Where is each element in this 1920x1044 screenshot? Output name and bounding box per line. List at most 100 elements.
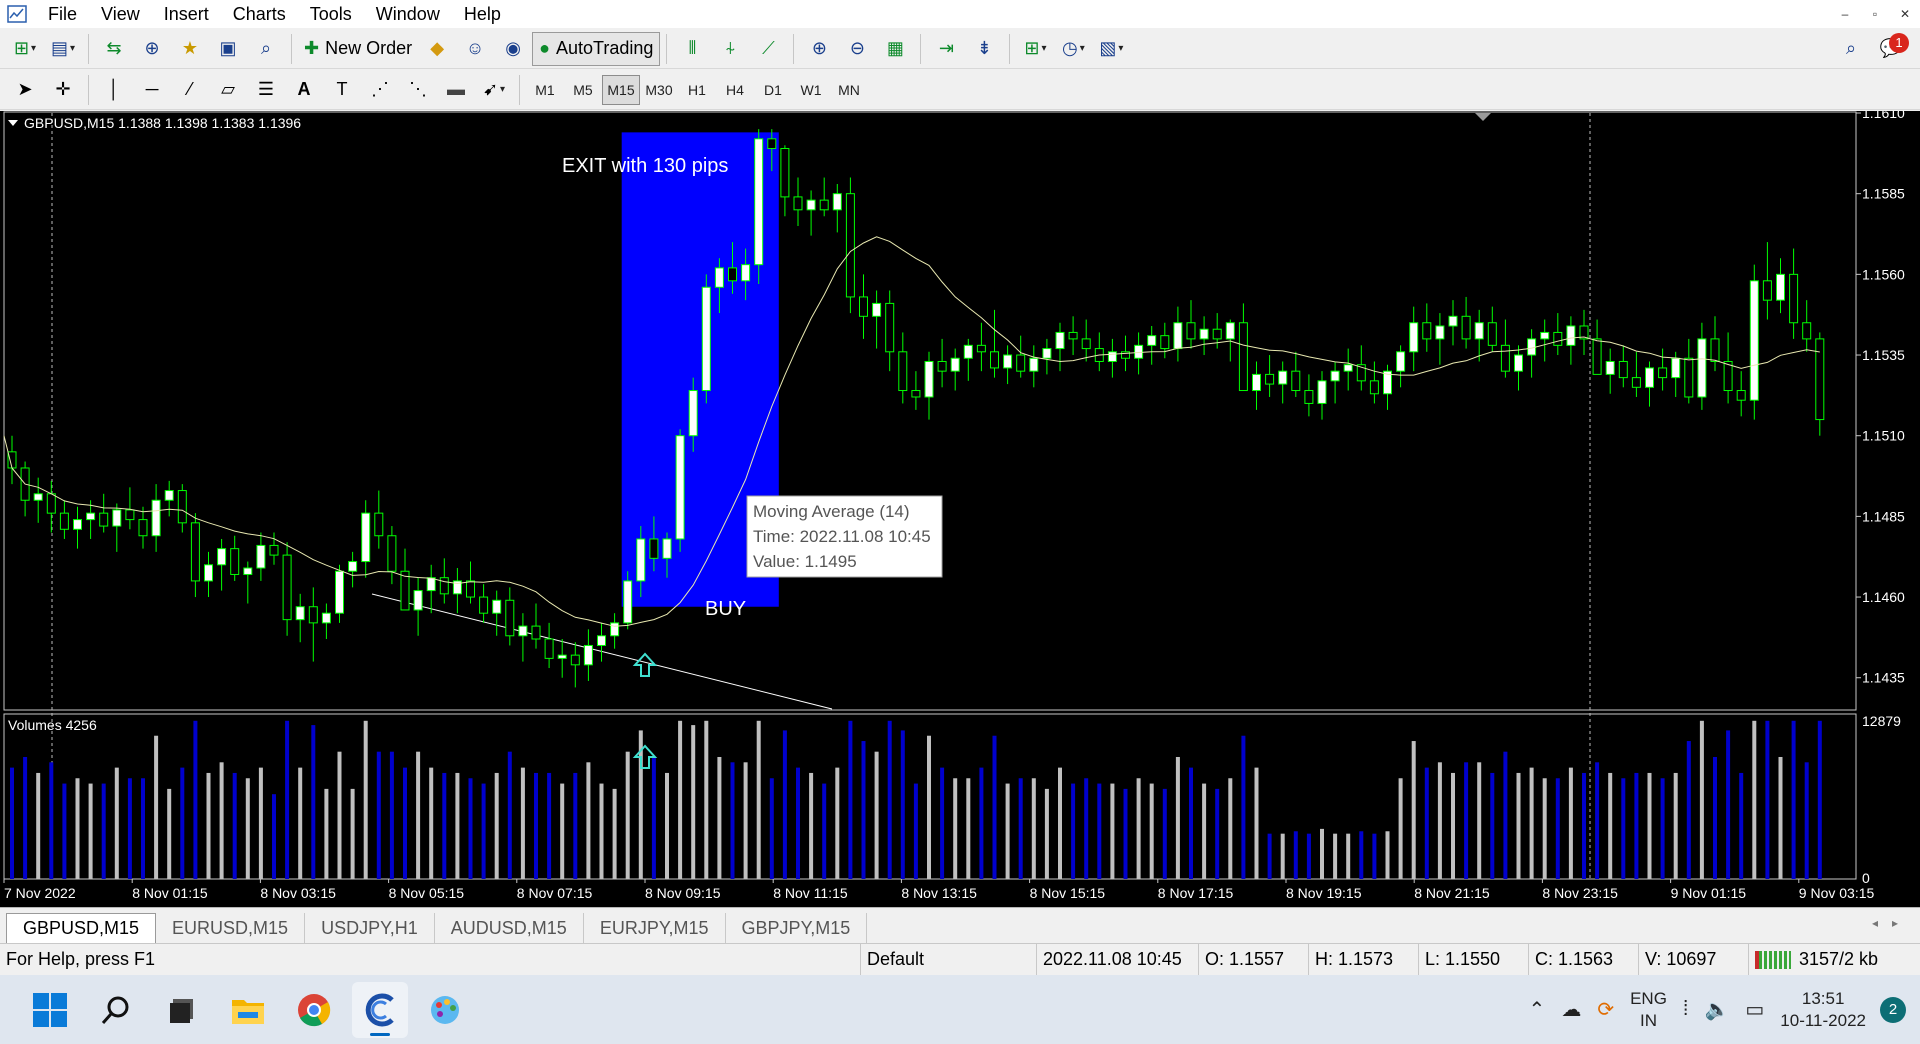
candle-bullish — [832, 193, 842, 211]
rectangle-icon[interactable]: ▬ — [439, 73, 473, 107]
fibonacci-icon[interactable]: ☰ — [249, 73, 283, 107]
chat-icon[interactable]: 💬 1 — [1874, 32, 1909, 66]
minimize-icon[interactable]: – — [1830, 0, 1860, 28]
menu-insert[interactable]: Insert — [152, 0, 221, 28]
price-chart[interactable]: 1.1610 1.1585 1.1560 1.1535 1.1510 1.1485 1.14… — [0, 111, 1920, 907]
vps-icon[interactable]: ◉ — [496, 32, 530, 66]
file-explorer-icon[interactable] — [220, 982, 276, 1038]
horizontal-line-icon[interactable]: ─ — [135, 73, 169, 107]
timeframe-m30[interactable]: M30 — [640, 75, 678, 105]
sync-icon[interactable]: ⟳ — [1597, 997, 1614, 1022]
timeframe-h1[interactable]: H1 — [678, 75, 716, 105]
notification-center-badge[interactable]: 2 — [1880, 996, 1906, 1023]
timeframe-h4[interactable]: H4 — [716, 75, 754, 105]
traffic-label: 3157/2 kb — [1799, 949, 1879, 969]
zoom-out-icon[interactable]: ⊖ — [840, 32, 874, 66]
new-order-button[interactable]: ✚ New Order — [298, 32, 418, 66]
indicators-icon[interactable]: ⊞ — [1018, 32, 1052, 66]
timeframe-d1[interactable]: D1 — [754, 75, 792, 105]
tab-gbpusd-m15[interactable]: GBPUSD,M15 — [6, 913, 157, 943]
candle-bearish — [1618, 360, 1628, 379]
paint-icon[interactable] — [418, 982, 474, 1038]
tab-usdjpy-h1[interactable]: USDJPY,H1 — [305, 913, 435, 943]
terminal-icon[interactable]: ▣ — [211, 32, 245, 66]
search-icon[interactable] — [88, 982, 144, 1038]
language-indicator[interactable]: ENG IN — [1630, 988, 1667, 1032]
tab-scroll-arrows-icon[interactable]: ◂▸ — [1872, 916, 1912, 930]
timeframe-mn[interactable]: MN — [830, 75, 868, 105]
clock[interactable]: 13:51 10-11-2022 — [1780, 988, 1866, 1032]
menu-help[interactable]: Help — [452, 0, 513, 28]
restore-icon[interactable]: ▫ — [1860, 0, 1890, 28]
candlestick-icon[interactable]: ⍭ — [713, 32, 747, 66]
chart-tabs: GBPUSD,M15 EURUSD,M15 USDJPY,H1 AUDUSD,M… — [0, 907, 1920, 943]
equidistant-channel-icon[interactable]: ▱ — [211, 73, 245, 107]
tile-windows-icon[interactable]: ▦ — [878, 32, 912, 66]
arrows-icon[interactable]: ➹ — [477, 73, 511, 107]
wifi-icon[interactable]: ⁞ — [1683, 998, 1689, 1021]
auto-scroll-icon[interactable]: ⇟ — [967, 32, 1001, 66]
bar-chart-icon[interactable]: ⫴ — [675, 32, 709, 66]
candle-bullish — [1343, 364, 1353, 372]
signals-icon[interactable]: ☺ — [458, 32, 492, 66]
gann-fan-icon[interactable]: ⋰ — [363, 73, 397, 107]
market-watch-icon[interactable]: ⇆ — [97, 32, 131, 66]
timeframe-m1[interactable]: M1 — [526, 75, 564, 105]
new-chart-icon[interactable]: ⊞ — [8, 32, 42, 66]
chevron-up-icon[interactable]: ⌃ — [1529, 997, 1546, 1022]
chart-window[interactable]: 1.1610 1.1585 1.1560 1.1535 1.1510 1.1485 1.14… — [0, 111, 1920, 907]
timeframe-w1[interactable]: W1 — [792, 75, 830, 105]
candle-bearish — [898, 351, 908, 392]
candle-bullish — [1029, 357, 1039, 372]
volume-bar — [625, 751, 630, 879]
templates-icon[interactable]: ▧ — [1094, 32, 1128, 66]
volume-bar — [1673, 772, 1678, 879]
tab-audusd-m15[interactable]: AUDUSD,M15 — [435, 913, 584, 943]
cursor-icon[interactable]: ➤ — [8, 73, 42, 107]
menu-file[interactable]: File — [36, 0, 89, 28]
tab-eurusd-m15[interactable]: EURUSD,M15 — [156, 913, 306, 943]
volume-bar — [337, 751, 342, 879]
standard-toolbar: ⊞ ▤ ⇆ ⊕ ★ ▣ ⌕ ✚ New Order ◆ ☺ ◉ ● AutoTr… — [0, 29, 1920, 69]
price-axis-label: 1.1585 — [1862, 186, 1905, 202]
metatrader-icon[interactable] — [352, 981, 408, 1038]
strategy-tester-icon[interactable]: ⌕ — [249, 32, 283, 66]
chrome-icon[interactable] — [286, 982, 342, 1038]
volume-icon[interactable]: 🔈 — [1704, 997, 1729, 1022]
volume-bar — [324, 788, 329, 879]
line-chart-icon[interactable]: ⟋ — [751, 32, 785, 66]
crosshair-icon[interactable]: ✛ — [46, 73, 80, 107]
navigator-icon[interactable]: ★ — [173, 32, 207, 66]
zoom-in-icon[interactable]: ⊕ — [802, 32, 836, 66]
task-view-icon[interactable] — [154, 982, 210, 1038]
candle-bullish — [636, 538, 646, 582]
timeframe-m5[interactable]: M5 — [564, 75, 602, 105]
data-window-icon[interactable]: ⊕ — [135, 32, 169, 66]
onedrive-icon[interactable]: ☁ — [1561, 997, 1581, 1022]
text-icon[interactable]: A — [287, 73, 321, 107]
tab-gbpjpy-m15[interactable]: GBPJPY,M15 — [726, 913, 868, 943]
menu-tools[interactable]: Tools — [298, 0, 364, 28]
buy-arrow-icon — [632, 652, 658, 677]
windows-start-icon[interactable] — [22, 982, 78, 1038]
fibonacci-fan-icon[interactable]: ⋱ — [401, 73, 435, 107]
timeframe-m15[interactable]: M15 — [602, 74, 640, 105]
volume-bar — [1503, 751, 1508, 879]
menu-charts[interactable]: Charts — [221, 0, 298, 28]
vertical-line-icon[interactable]: │ — [97, 73, 131, 107]
chart-shift-icon[interactable]: ⇥ — [929, 32, 963, 66]
text-label-icon[interactable]: T — [325, 73, 359, 107]
periods-icon[interactable]: ◷ — [1056, 32, 1090, 66]
autotrading-button[interactable]: ● AutoTrading — [532, 31, 661, 66]
search-icon[interactable]: ⌕ — [1834, 32, 1868, 66]
trendline-icon[interactable]: ⁄ — [173, 73, 207, 107]
candle-bearish — [46, 493, 56, 514]
menu-window[interactable]: Window — [364, 0, 452, 28]
app-logo-icon[interactable] — [6, 3, 28, 25]
profiles-icon[interactable]: ▤ — [46, 32, 80, 66]
close-icon[interactable]: ✕ — [1890, 0, 1920, 28]
battery-icon[interactable]: ▭ — [1745, 997, 1764, 1022]
metaeditor-icon[interactable]: ◆ — [420, 32, 454, 66]
tab-eurjpy-m15[interactable]: EURJPY,M15 — [584, 913, 726, 943]
menu-view[interactable]: View — [89, 0, 152, 28]
